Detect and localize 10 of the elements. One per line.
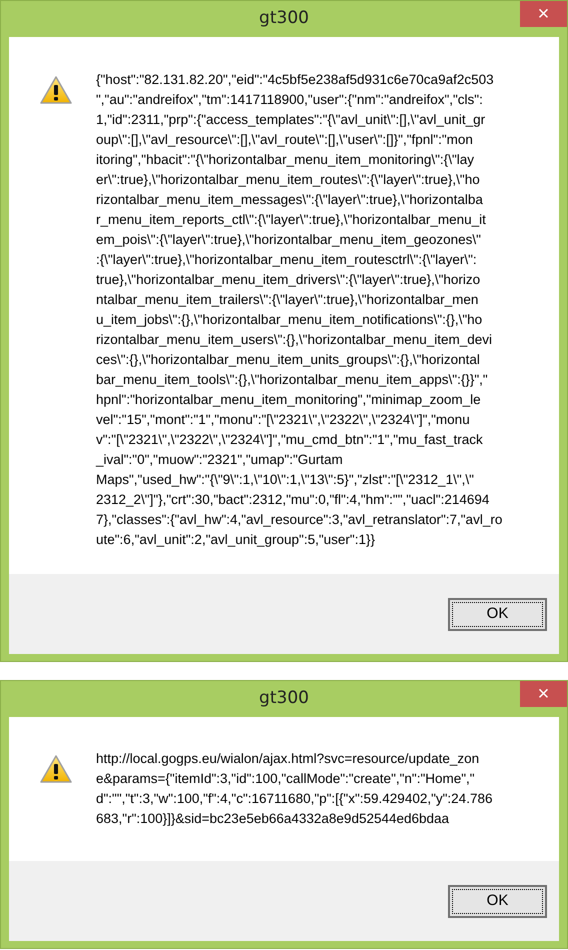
warning-icon bbox=[40, 76, 72, 104]
window-title: gt300 bbox=[259, 687, 309, 710]
close-button[interactable]: × bbox=[520, 1, 567, 27]
message-text: http://local.gogps.eu/wialon/ajax.html?svc=resource/update_zon e&params={"itemId":3,"id":100,"callMode":"create","n":"Home"," d":"","t":3,"w":100,"f":4,"c":16711680,"p":[{"x":59.429402,"y":24.786 683,"r":100}]}&sid=bc23e5eb66a4332a8e9d52544ed6bdaa bbox=[96, 750, 492, 828]
ok-button[interactable]: OK bbox=[448, 598, 547, 630]
close-button[interactable]: × bbox=[520, 681, 567, 707]
window-title: gt300 bbox=[259, 7, 309, 30]
message-text: {"host":"82.131.82.20","eid":"4c5bf5e238af5d931c6e70ca9af2c503 ","au":"andreifox","tm":1417118900,"user":{"nm":"andreifox","cls": 1,"id":2311,"prp":{"access_templates":"{\"avl_unit\":[],\"avl_unit_gr oup\":[],\"avl_resource\":[],\"avl_route\":[],\"user\":[]}","fpnl":"mon itoring","hbacit":"{\"horizontalbar_menu_item_monitoring\":{\"lay er\":true},\"horizontalbar_menu_item_routes\":{\"layer\":true},\"ho rizontalbar_menu_item_messages\":{\"layer\":true},\"horizontalba r_menu_item_reports_ctl\":{\"layer\":true},\"horizontalbar_menu_it em_pois\":{\"layer\":true},\"horizontalbar_menu_item_geozones\" :{\"layer\":true},\"horizontalbar_menu_item_routesctrl\":{\"layer\": true},\"horizontalbar_menu_item_drivers\":{\"layer\":true},\"horizo ntalbar_menu_item_trailers\":{\"layer\":true},\"horizontalbar_men u_item_jobs\":{},\"horizontalbar_menu_item_notifications\":{},\"ho rizontalbar_menu_item_users\":{},\"horizontalbar_menu_item_devi ces\":{},\"horizontalbar_menu_item_units_groups\":{},\"horizontal bar_menu_item_tools\":{},\"horizontalbar_menu_item_apps\":{}}"," hpnl":"horizontalbar_menu_item_monitoring","minimap_zoom_le vel":"15","mont":"1","monu":"[\"2321\",\"2322\",\"2324\"]","monu v":"[\"2321\",\"2322\",\"2324\"]","mu_cmd_btn":"1","mu_fast_track _ival":"0","muow":"2321","umap":"Gurtam Maps","used_hw":"{\"9\":1,\"10\":1,\"13\":5}","zlst":"[\"2312_1\",\" 2312_2\"]"},"crt":30,"bact":2312,"mu":0,"fl":4,"hm":"","uacl":214694 7},"classes":{"avl_hw":4,"avl_resource":3,"avl_retranslator":7,"avl_ro ute":6,"avl_unit":2,"avl_unit_group":5,"user":1}} bbox=[96, 71, 502, 549]
ok-button[interactable]: OK bbox=[448, 884, 547, 918]
warning-icon bbox=[40, 755, 72, 783]
